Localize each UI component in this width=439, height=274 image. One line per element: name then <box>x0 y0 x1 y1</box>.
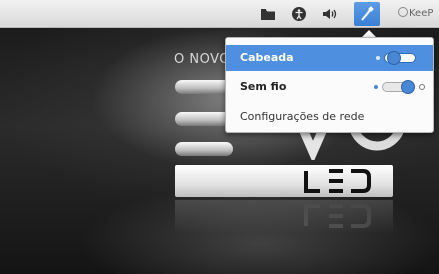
menu-item-wired[interactable]: Cabeada <box>226 45 433 71</box>
top-panel: KeeP <box>0 0 439 28</box>
wallpaper-slogan: O NOVO <box>174 52 230 67</box>
toggle-on-dot <box>376 56 380 60</box>
network-icon <box>361 6 374 21</box>
accessibility-icon[interactable] <box>291 6 307 22</box>
menu-item-label: Cabeada <box>240 51 294 64</box>
toggle-on-dot <box>374 85 378 89</box>
menu-item-wireless[interactable]: Sem fio <box>226 74 433 100</box>
menu-item-label: Sem fio <box>240 80 287 93</box>
network-menu: Cabeada Sem fio Configurações de rede <box>225 37 434 133</box>
menu-item-network-settings[interactable]: Configurações de rede <box>226 104 433 130</box>
user-icon <box>398 7 408 17</box>
user-menu[interactable]: KeeP <box>398 7 433 21</box>
volume-icon[interactable] <box>322 6 338 22</box>
toggle-knob <box>401 80 415 94</box>
wallpaper-led-plate <box>175 165 393 197</box>
wireless-toggle[interactable] <box>382 80 415 94</box>
led-logo-icon <box>304 169 371 193</box>
toggle-off-ring <box>419 84 425 90</box>
wired-toggle[interactable] <box>384 51 416 65</box>
toggle-knob <box>387 51 401 65</box>
menu-item-label: Configurações de rede <box>240 110 365 123</box>
wallpaper-stripe <box>175 142 233 156</box>
wallpaper-stripe <box>175 80 231 94</box>
folder-icon[interactable] <box>260 6 276 22</box>
wallpaper-led-reflection <box>175 200 393 234</box>
user-name: KeeP <box>409 8 434 19</box>
network-indicator-button[interactable] <box>354 2 380 26</box>
